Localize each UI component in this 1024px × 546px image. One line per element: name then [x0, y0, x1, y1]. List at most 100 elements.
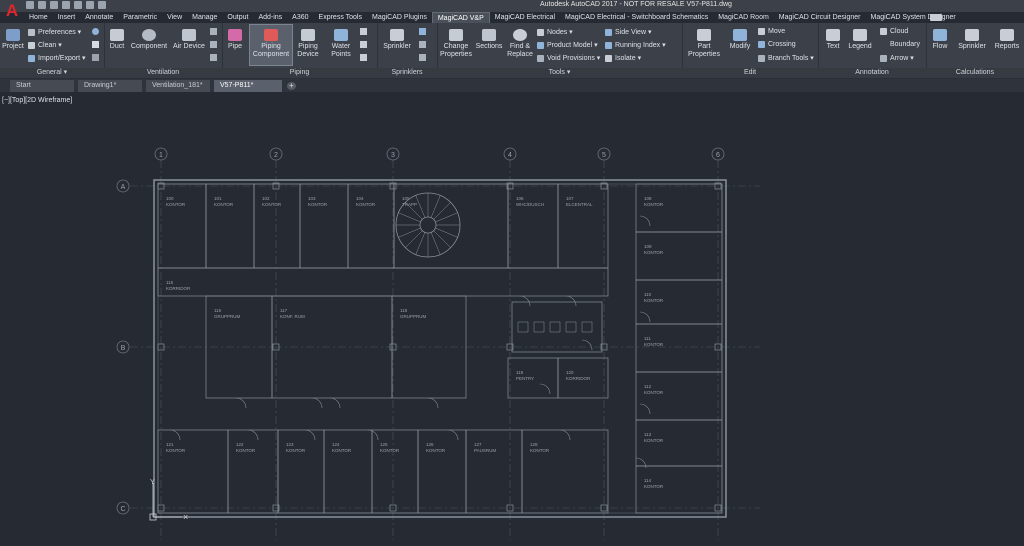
room-number: 125: [380, 442, 388, 447]
boundary-button[interactable]: Boundary: [890, 41, 920, 48]
ribbon-tab-magicad-v-p[interactable]: MagiCAD V&P: [431, 12, 490, 23]
void-provisions-button[interactable]: Void Provisions ▾: [537, 54, 600, 62]
clean-icon: [28, 41, 35, 49]
new-file-icon[interactable]: [26, 1, 34, 9]
grid-column-label: 4: [508, 152, 512, 159]
wc-area: [511, 301, 603, 353]
pipe-button[interactable]: Pipe: [224, 29, 246, 51]
project-icon: [6, 29, 20, 41]
ribbon-tab-output[interactable]: Output: [222, 12, 253, 23]
arrow-button[interactable]: Arrow ▾: [880, 54, 914, 62]
file-tab-drawing1[interactable]: Drawing1*: [78, 80, 142, 92]
cloud-icon: [880, 28, 887, 35]
file-tab-v57[interactable]: V57-P811*: [214, 80, 282, 92]
door-swing: [565, 295, 577, 307]
nodes-button[interactable]: Nodes ▾: [537, 28, 573, 36]
sprinkler-button[interactable]: Sprinkler: [379, 29, 415, 51]
ribbon-tab-add-ins[interactable]: Add-ins: [253, 12, 287, 23]
legend-button[interactable]: Legend: [846, 29, 874, 51]
undo-icon[interactable]: [86, 1, 94, 9]
move-button[interactable]: Move: [758, 28, 785, 35]
ribbon-tab-manage[interactable]: Manage: [187, 12, 222, 23]
ribbon-tab-insert[interactable]: Insert: [53, 12, 81, 23]
print-icon[interactable]: [74, 1, 82, 9]
ribbon-tab-magicad-plugins[interactable]: MagiCAD Plugins: [367, 12, 432, 23]
clean-button[interactable]: Clean ▾: [28, 41, 62, 49]
text-button[interactable]: Text: [822, 29, 844, 51]
air-device-icon: [182, 29, 196, 41]
component-button[interactable]: Component: [130, 29, 168, 51]
running-index-button[interactable]: Running Index ▾: [605, 41, 666, 49]
valve-icon[interactable]: [360, 28, 367, 35]
crossing-button[interactable]: Crossing: [758, 41, 796, 48]
preferences-button[interactable]: Preferences ▾: [28, 28, 81, 36]
door-swing: [581, 339, 593, 351]
room-outline: [371, 429, 419, 514]
panel-tools-label[interactable]: Tools ▾: [437, 68, 682, 78]
sprinkler-label: Sprinkler: [383, 43, 411, 50]
settings-small-icon[interactable]: [92, 41, 99, 48]
reports-button[interactable]: Reports: [992, 29, 1022, 51]
nodes-label: Nodes ▾: [547, 29, 573, 36]
cloud-label: Cloud: [890, 28, 909, 35]
ribbon-tab-express-tools[interactable]: Express Tools: [314, 12, 367, 23]
sections-icon: [482, 29, 496, 41]
sprinkler-tool-icon[interactable]: [419, 54, 426, 61]
vent-tool-icon[interactable]: [210, 54, 217, 61]
product-model-button[interactable]: Product Model ▾: [537, 41, 598, 49]
room-number: 108: [644, 196, 652, 201]
sections-label: Sections: [475, 43, 503, 50]
ribbon-tab-magicad-electrical-switchboard-schematics[interactable]: MagiCAD Electrical - Switchboard Schemat…: [560, 12, 713, 23]
water-points-button[interactable]: Water Points: [326, 29, 356, 59]
part-properties-button[interactable]: Part Properties: [688, 29, 720, 59]
branch-tools-button[interactable]: Branch Tools ▾: [758, 54, 814, 62]
cloud-button[interactable]: Cloud: [880, 28, 908, 35]
damper-icon[interactable]: [210, 41, 217, 48]
ribbon-tab-home[interactable]: Home: [24, 12, 53, 23]
duct-button[interactable]: Duct: [106, 29, 128, 51]
piping-component-button[interactable]: Piping Component: [249, 24, 293, 66]
save-icon[interactable]: [50, 1, 58, 9]
drawing-canvas[interactable]: 1 2 3 4 5 6ABC100KONTOR101KONTOR102KONTOR103K…: [0, 93, 1024, 546]
room-number: 126: [426, 442, 434, 447]
file-tab-ventilation[interactable]: Ventilation_181*: [146, 80, 210, 92]
tools-small-icon[interactable]: [92, 54, 99, 61]
refresh-icon[interactable]: [92, 28, 99, 35]
fan-icon[interactable]: [210, 28, 217, 35]
sections-button[interactable]: Sections: [475, 29, 503, 51]
ribbon-tab-annotate[interactable]: Annotate: [80, 12, 118, 23]
ribbon-tab-magicad-circuit-designer[interactable]: MagiCAD Circuit Designer: [774, 12, 866, 23]
room-name: KONTOR: [644, 390, 664, 395]
import-export-button[interactable]: Import/Export ▾: [28, 54, 85, 62]
ribbon-tab-magicad-electrical[interactable]: MagiCAD Electrical: [490, 12, 560, 23]
room-name: PAUSRUM: [474, 448, 496, 453]
open-file-icon[interactable]: [38, 1, 46, 9]
new-tab-plus-icon[interactable]: +: [287, 82, 296, 90]
project-button[interactable]: Project: [2, 29, 24, 51]
sprinkler-pipe-icon[interactable]: [419, 28, 426, 35]
find-replace-button[interactable]: Find & Replace: [505, 29, 535, 59]
pipe-tool-icon[interactable]: [360, 54, 367, 61]
panel-general-label[interactable]: General ▾: [0, 68, 104, 78]
ribbon-tab-magicad-system-designer[interactable]: MagiCAD System Designer: [866, 12, 961, 23]
flow-button[interactable]: Flow: [928, 29, 952, 51]
save-as-icon[interactable]: [62, 1, 70, 9]
modify-button[interactable]: Modify: [726, 29, 754, 51]
application-menu-button[interactable]: A: [2, 1, 22, 21]
ribbon-tab-view[interactable]: View: [162, 12, 187, 23]
sprinkler-calc-button[interactable]: Sprinkler: [954, 29, 990, 51]
isolate-button[interactable]: Isolate ▾: [605, 54, 641, 62]
ribbon-tab-magicad-room[interactable]: MagiCAD Room: [713, 12, 774, 23]
redo-icon[interactable]: [98, 1, 106, 9]
change-properties-button[interactable]: Change Properties: [439, 29, 473, 59]
ribbon-tab-parametric[interactable]: Parametric: [118, 12, 162, 23]
file-tab-start[interactable]: Start: [10, 80, 74, 92]
door-swing: [519, 295, 531, 307]
pump-icon[interactable]: [360, 41, 367, 48]
side-view-button[interactable]: Side View ▾: [605, 28, 651, 36]
sprinkler-head-icon[interactable]: [419, 41, 426, 48]
piping-device-button[interactable]: Piping Device: [294, 29, 322, 59]
ribbon-tab-a360[interactable]: A360: [287, 12, 313, 23]
air-device-button[interactable]: Air Device: [172, 29, 206, 51]
ribbon-minimize-icon[interactable]: [930, 14, 942, 21]
